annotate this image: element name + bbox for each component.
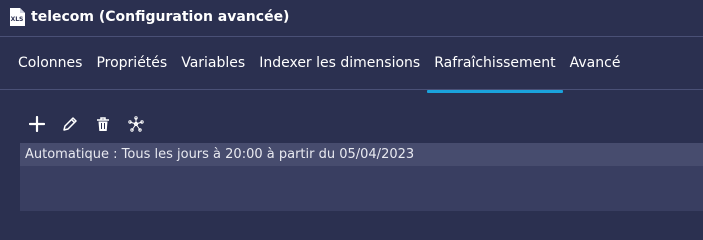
list-item[interactable]: Automatique : Tous les jours à 20:00 à p… (20, 143, 703, 166)
tab-bar: Colonnes Propriétés Variables Indexer le… (11, 51, 628, 93)
active-tab-indicator (427, 90, 563, 93)
tab-colonnes[interactable]: Colonnes (11, 51, 89, 85)
add-button[interactable] (26, 113, 48, 135)
tab-avance[interactable]: Avancé (563, 51, 628, 85)
tabs-divider (0, 89, 703, 90)
xls-file-icon: XLS (9, 8, 25, 26)
refresh-schedule-list: Automatique : Tous les jours à 20:00 à p… (20, 143, 703, 211)
delete-button[interactable] (92, 113, 114, 135)
tab-rafraichissement[interactable]: Rafraîchissement (427, 51, 563, 93)
edit-button[interactable] (59, 113, 81, 135)
network-button[interactable] (125, 113, 147, 135)
title-bar: XLS telecom (Configuration avancée) (0, 0, 703, 36)
plus-icon (29, 116, 45, 132)
tab-variables[interactable]: Variables (174, 51, 252, 85)
title-divider (0, 36, 703, 37)
edit-icon (63, 117, 77, 131)
schedule-text: Automatique : Tous les jours à 20:00 à p… (25, 147, 415, 162)
tab-proprietes[interactable]: Propriétés (89, 51, 174, 85)
tab-indexer-dimensions[interactable]: Indexer les dimensions (252, 51, 427, 85)
svg-text:XLS: XLS (11, 16, 24, 23)
network-icon (128, 116, 144, 132)
trash-icon (97, 117, 109, 131)
window-title: telecom (Configuration avancée) (31, 9, 290, 25)
toolbar (26, 113, 158, 135)
